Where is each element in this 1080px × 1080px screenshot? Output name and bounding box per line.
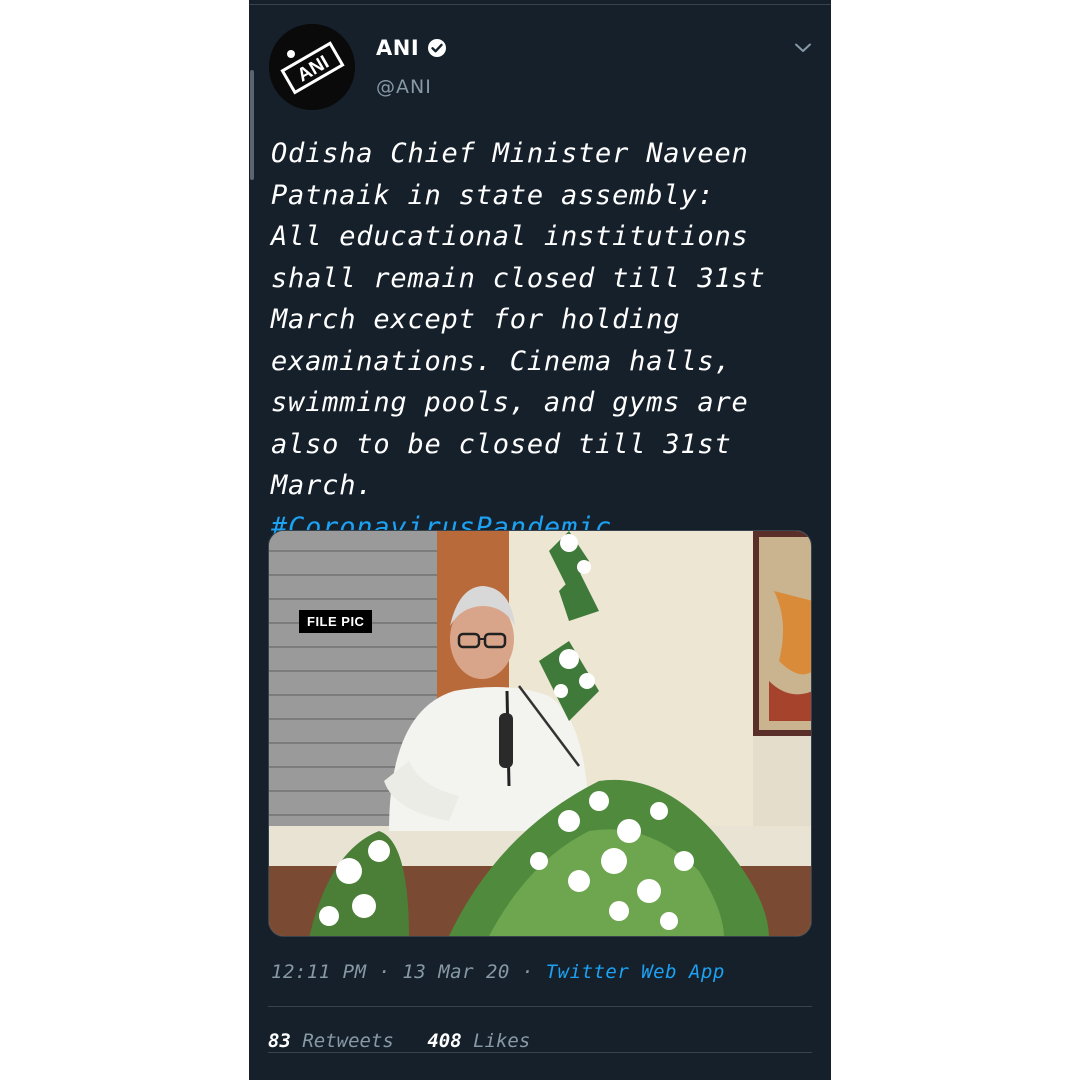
display-name[interactable]: ANI — [376, 36, 447, 60]
retweets-stat[interactable]: 83 Retweets — [268, 1030, 394, 1052]
likes-stat[interactable]: 408 Likes — [427, 1030, 530, 1052]
likes-count: 408 — [427, 1030, 462, 1052]
likes-label: Likes — [473, 1030, 531, 1052]
tweet-time[interactable]: 12:11 PM — [271, 961, 367, 983]
display-name-text[interactable]: ANI — [376, 36, 419, 60]
divider — [268, 1052, 812, 1053]
tweet-date[interactable]: 13 Mar 20 — [402, 961, 509, 983]
avatar[interactable]: ANI — [269, 24, 355, 110]
tweet-source-link[interactable]: Twitter Web App — [546, 961, 725, 983]
scroll-indicator[interactable] — [250, 70, 254, 180]
divider — [268, 1006, 812, 1007]
file-pic-label: FILE PIC — [299, 610, 373, 633]
tweet-body: Odisha Chief Minister Naveen Patnaik in … — [271, 133, 816, 548]
tweet-text: Odisha Chief Minister Naveen Patnaik in … — [271, 138, 766, 501]
verified-badge-icon — [428, 39, 447, 57]
retweets-label: Retweets — [302, 1030, 394, 1052]
tweet-stats: 83 Retweets 408 Likes — [268, 1030, 552, 1052]
meta-separator: · — [378, 961, 391, 983]
ani-logo: ANI — [269, 24, 355, 110]
tweet-meta: 12:11 PM · 13 Mar 20 · Twitter Web App — [271, 961, 725, 983]
photo-scene — [269, 531, 811, 936]
meta-separator: · — [521, 961, 534, 983]
account-handle[interactable]: @ANI — [376, 76, 432, 98]
retweets-count: 83 — [268, 1030, 291, 1052]
top-divider — [249, 4, 831, 5]
chevron-down-icon[interactable] — [793, 38, 813, 58]
tweet-photo[interactable]: FILE PIC — [268, 530, 812, 937]
